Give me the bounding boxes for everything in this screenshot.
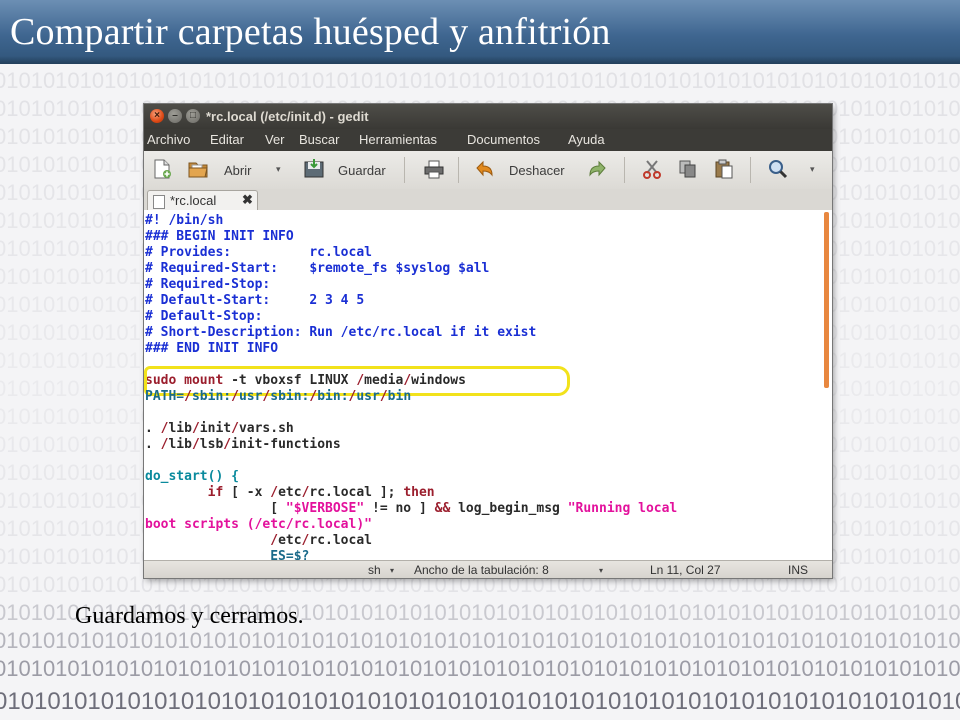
window-maximize-button[interactable]: □: [186, 109, 200, 123]
tab-width-selector[interactable]: Ancho de la tabulación: 8: [414, 563, 549, 577]
tab-bar: *rc.local ✖: [144, 189, 832, 211]
undo-icon[interactable]: [474, 159, 494, 179]
language-selector[interactable]: sh: [368, 563, 381, 577]
search-dropdown-arrow[interactable]: ▾: [810, 164, 815, 175]
window-close-button[interactable]: ×: [150, 109, 164, 123]
cursor-position: Ln 11, Col 27: [650, 563, 721, 577]
text-editor[interactable]: #! /bin/sh ### BEGIN INIT INFO # Provide…: [144, 210, 832, 560]
code-line: do_start() {: [145, 469, 239, 484]
code-line: # Default-Start: 2 3 4 5: [145, 293, 365, 308]
code-line: # Default-Stop:: [145, 309, 263, 324]
tab-width-dropdown-arrow[interactable]: ▾: [599, 566, 603, 575]
save-button[interactable]: Guardar: [338, 163, 386, 178]
window-title: *rc.local (/etc/init.d) - gedit: [206, 109, 369, 124]
tab-rc-local[interactable]: *rc.local ✖: [147, 190, 258, 211]
search-icon[interactable]: [768, 159, 788, 179]
code-line: # Required-Stop:: [145, 277, 271, 292]
print-icon[interactable]: [424, 159, 444, 179]
menu-herramientas[interactable]: Herramientas: [359, 132, 437, 147]
open-folder-icon[interactable]: [188, 159, 208, 179]
code-line: boot scripts (/etc/rc.local)": [145, 517, 372, 532]
menu-documentos[interactable]: Documentos: [467, 132, 540, 147]
insert-mode: INS: [788, 563, 809, 577]
tab-label: *rc.local: [170, 193, 217, 208]
binary-row: 0101010101010101010101010101010101010101…: [0, 628, 960, 653]
binary-row: 0101010101010101010101010101010101010101…: [0, 656, 960, 681]
tab-close-icon[interactable]: ✖: [242, 192, 253, 208]
code-line: . /lib/lsb/init-functions: [145, 437, 341, 452]
menu-buscar[interactable]: Buscar: [299, 132, 339, 147]
toolbar-separator: [404, 157, 405, 183]
gedit-window: × – □ *rc.local (/etc/init.d) - gedit Ar…: [144, 104, 832, 578]
header-shadow: [0, 56, 960, 64]
code-line: PATH=/sbin:/usr/sbin:/bin:/usr/bin: [145, 389, 412, 404]
slide-caption: Guardamos y cerramos.: [75, 603, 304, 629]
menu-ayuda[interactable]: Ayuda: [568, 132, 605, 147]
code-line: # Required-Start: $remote_fs $syslog $al…: [145, 261, 490, 276]
slide-header: Compartir carpetas huésped y anfitrión: [0, 0, 960, 64]
redo-icon[interactable]: [588, 159, 608, 179]
slide-title: Compartir carpetas huésped y anfitrión: [10, 11, 611, 53]
toolbar-separator: [458, 157, 459, 183]
code-line: . /lib/init/vars.sh: [145, 421, 294, 436]
code-line: ### BEGIN INIT INFO: [145, 229, 294, 244]
code-line: # Provides: rc.local: [145, 245, 372, 260]
code-line: # Short-Description: Run /etc/rc.local i…: [145, 325, 537, 340]
document-icon: [153, 195, 165, 209]
toolbar-separator: [624, 157, 625, 183]
paste-icon[interactable]: [714, 159, 734, 179]
vertical-scrollbar[interactable]: [824, 212, 829, 388]
new-document-icon[interactable]: [152, 159, 172, 179]
status-bar: sh ▾ Ancho de la tabulación: 8 ▾ Ln 11, …: [144, 560, 832, 578]
binary-row: 0101010101010101010101010101010101010101…: [0, 688, 960, 715]
code-line: if [ -x /etc/rc.local ]; then: [207, 485, 435, 500]
code-line: [ "$VERBOSE" != no ] && log_begin_msg "R…: [145, 501, 678, 516]
save-icon[interactable]: [304, 159, 324, 179]
open-button[interactable]: Abrir: [224, 163, 251, 178]
code-line: ### END INIT INFO: [145, 341, 279, 356]
menu-editar[interactable]: Editar: [210, 132, 244, 147]
copy-icon[interactable]: [678, 159, 698, 179]
code-line: #! /bin/sh: [145, 213, 224, 228]
open-dropdown-arrow[interactable]: ▾: [276, 164, 281, 175]
menubar: Archivo Editar Ver Buscar Herramientas D…: [144, 129, 832, 151]
code-line: ES=$?: [145, 549, 310, 560]
menu-archivo[interactable]: Archivo: [147, 132, 190, 147]
menu-ver[interactable]: Ver: [265, 132, 285, 147]
toolbar-separator: [750, 157, 751, 183]
window-minimize-button[interactable]: –: [168, 109, 182, 123]
undo-button[interactable]: Deshacer: [509, 163, 565, 178]
code-line: /etc/rc.local: [270, 533, 372, 548]
language-dropdown-arrow[interactable]: ▾: [390, 566, 394, 575]
toolbar: Abrir ▾ Guardar Deshacer ▾: [144, 151, 832, 190]
cut-icon[interactable]: [642, 159, 662, 179]
window-titlebar: × – □ *rc.local (/etc/init.d) - gedit: [144, 104, 832, 129]
